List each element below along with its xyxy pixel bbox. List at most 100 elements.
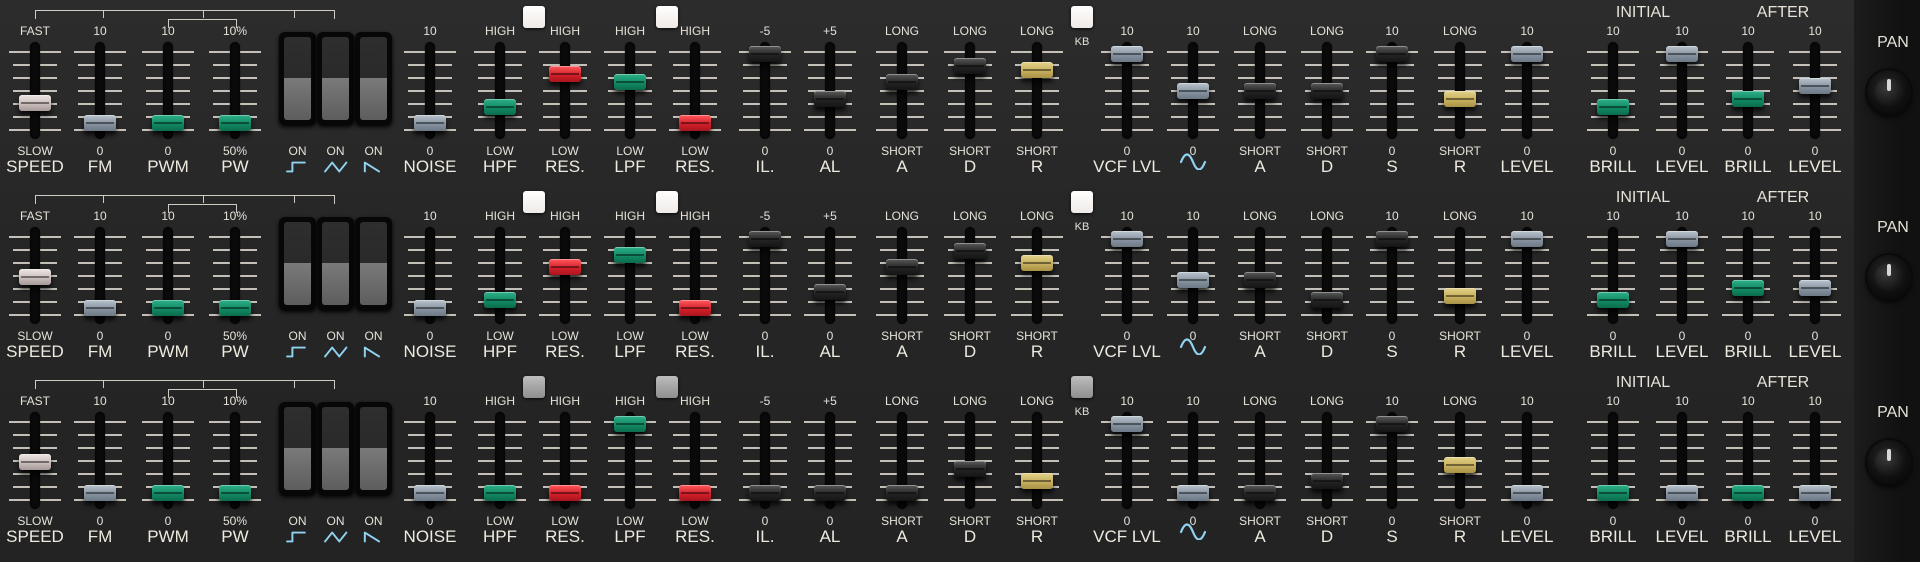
slider-handle[interactable] [1244, 484, 1276, 501]
slider-handle[interactable] [549, 259, 581, 276]
waveform-rocker-switch[interactable] [355, 32, 392, 125]
slider-handle[interactable] [1732, 279, 1764, 296]
kb-toggle-button[interactable] [1071, 6, 1093, 28]
kb-toggle-button[interactable] [1071, 191, 1093, 213]
slider-handle[interactable] [549, 66, 581, 83]
slider-handle[interactable] [1732, 90, 1764, 107]
slider-handle[interactable] [679, 114, 711, 131]
slider-handle[interactable] [1021, 62, 1053, 79]
slider-handle[interactable] [1177, 484, 1209, 501]
slider-track[interactable] [825, 227, 835, 324]
slider-handle[interactable] [614, 416, 646, 433]
slider-handle[interactable] [1444, 287, 1476, 304]
waveform-rocker-switch[interactable] [279, 402, 316, 495]
slider-handle[interactable] [749, 46, 781, 63]
slider-track[interactable] [897, 227, 907, 324]
slider-handle[interactable] [954, 460, 986, 477]
slider-track[interactable] [1032, 42, 1042, 139]
slider-track[interactable] [1032, 227, 1042, 324]
slider-handle[interactable] [1111, 231, 1143, 248]
slider-handle[interactable] [1311, 82, 1343, 99]
slider-track[interactable] [1608, 42, 1618, 139]
slider-track[interactable] [1322, 227, 1332, 324]
slider-handle[interactable] [219, 484, 251, 501]
waveform-rocker-switch[interactable] [279, 217, 316, 310]
slider-handle[interactable] [954, 58, 986, 75]
slider-handle[interactable] [549, 484, 581, 501]
slider-handle[interactable] [1376, 231, 1408, 248]
slider-handle[interactable] [1444, 90, 1476, 107]
lpf-toggle-button[interactable] [656, 6, 678, 28]
slider-handle[interactable] [484, 484, 516, 501]
waveform-rocker-switch[interactable] [279, 32, 316, 125]
slider-handle[interactable] [1021, 255, 1053, 272]
slider-handle[interactable] [1597, 98, 1629, 115]
slider-handle[interactable] [219, 299, 251, 316]
slider-track[interactable] [625, 227, 635, 324]
lpf-toggle-button[interactable] [656, 376, 678, 398]
slider-handle[interactable] [1799, 484, 1831, 501]
slider-handle[interactable] [152, 484, 184, 501]
slider-handle[interactable] [1244, 82, 1276, 99]
slider-handle[interactable] [414, 114, 446, 131]
slider-handle[interactable] [484, 98, 516, 115]
slider-handle[interactable] [19, 269, 51, 286]
slider-handle[interactable] [152, 299, 184, 316]
slider-track[interactable] [1743, 227, 1753, 324]
hpf-toggle-button[interactable] [523, 191, 545, 213]
slider-handle[interactable] [414, 299, 446, 316]
slider-track[interactable] [1455, 227, 1465, 324]
slider-track[interactable] [30, 42, 40, 139]
slider-handle[interactable] [1244, 271, 1276, 288]
slider-track[interactable] [1322, 412, 1332, 509]
slider-handle[interactable] [84, 299, 116, 316]
slider-handle[interactable] [1511, 231, 1543, 248]
slider-handle[interactable] [886, 74, 918, 91]
slider-handle[interactable] [954, 243, 986, 260]
slider-handle[interactable] [1021, 472, 1053, 489]
slider-handle[interactable] [1666, 484, 1698, 501]
hpf-toggle-button[interactable] [523, 376, 545, 398]
slider-track[interactable] [1032, 412, 1042, 509]
slider-handle[interactable] [1177, 271, 1209, 288]
slider-handle[interactable] [84, 484, 116, 501]
slider-track[interactable] [897, 42, 907, 139]
slider-handle[interactable] [414, 484, 446, 501]
slider-handle[interactable] [1799, 78, 1831, 95]
slider-handle[interactable] [814, 90, 846, 107]
kb-toggle-button[interactable] [1071, 376, 1093, 398]
slider-track[interactable] [625, 42, 635, 139]
slider-handle[interactable] [1177, 82, 1209, 99]
slider-handle[interactable] [1597, 291, 1629, 308]
slider-track[interactable] [495, 227, 505, 324]
slider-track[interactable] [1608, 227, 1618, 324]
slider-handle[interactable] [152, 114, 184, 131]
waveform-rocker-switch[interactable] [355, 217, 392, 310]
slider-handle[interactable] [886, 484, 918, 501]
slider-handle[interactable] [814, 283, 846, 300]
slider-track[interactable] [560, 42, 570, 139]
slider-handle[interactable] [1311, 291, 1343, 308]
slider-track[interactable] [1810, 227, 1820, 324]
slider-handle[interactable] [19, 94, 51, 111]
slider-track[interactable] [965, 42, 975, 139]
slider-handle[interactable] [679, 299, 711, 316]
slider-handle[interactable] [84, 114, 116, 131]
pan-knob[interactable] [1867, 255, 1911, 299]
slider-handle[interactable] [1799, 279, 1831, 296]
slider-handle[interactable] [1111, 46, 1143, 63]
slider-handle[interactable] [1111, 416, 1143, 433]
waveform-rocker-switch[interactable] [317, 217, 354, 310]
slider-handle[interactable] [614, 247, 646, 264]
slider-track[interactable] [965, 227, 975, 324]
slider-handle[interactable] [1666, 46, 1698, 63]
slider-track[interactable] [495, 42, 505, 139]
slider-handle[interactable] [1511, 484, 1543, 501]
slider-handle[interactable] [19, 454, 51, 471]
slider-handle[interactable] [1666, 231, 1698, 248]
slider-handle[interactable] [484, 291, 516, 308]
waveform-rocker-switch[interactable] [355, 402, 392, 495]
waveform-rocker-switch[interactable] [317, 402, 354, 495]
waveform-rocker-switch[interactable] [317, 32, 354, 125]
slider-handle[interactable] [814, 484, 846, 501]
